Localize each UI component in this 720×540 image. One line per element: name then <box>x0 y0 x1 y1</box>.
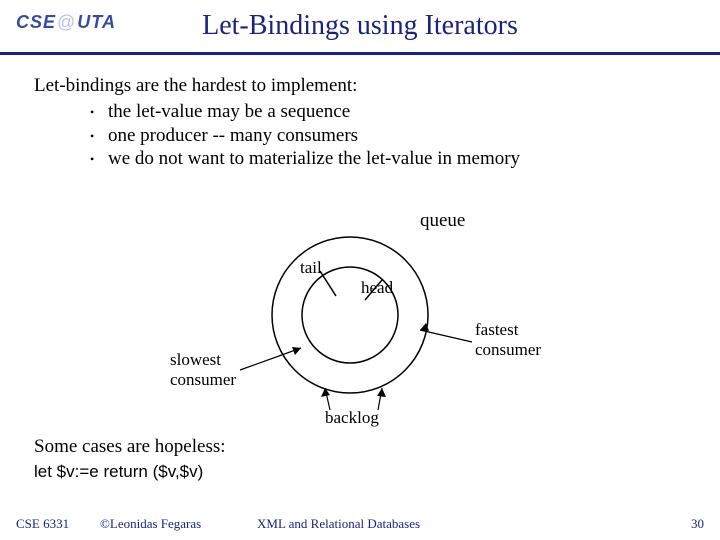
label-backlog: backlog <box>325 408 379 428</box>
label-fastest: fastest consumer <box>475 320 541 360</box>
title-rule <box>0 52 720 55</box>
bullet-item: the let-value may be a sequence <box>90 100 696 124</box>
bullet-item: one producer -- many consumers <box>90 124 696 148</box>
let-expression: let $v:=e return ($v,$v) <box>34 462 203 482</box>
slide-title: Let-Bindings using Iterators <box>0 10 720 42</box>
body-text: Let-bindings are the hardest to implemen… <box>34 74 696 171</box>
label-queue: queue <box>420 210 465 232</box>
lead-line: Let-bindings are the hardest to implemen… <box>34 74 696 98</box>
bullet-item: we do not want to materialize the let-va… <box>90 147 696 171</box>
label-tail: tail <box>300 258 322 278</box>
hopeless-line: Some cases are hopeless: <box>34 436 226 458</box>
footer-course: CSE 6331 <box>16 516 69 532</box>
footer-topic: XML and Relational Databases <box>257 516 420 532</box>
label-slowest: slowest consumer <box>170 350 236 390</box>
footer-page: 30 <box>691 516 704 532</box>
label-head: head <box>361 278 393 298</box>
footer-copyright: ©Leonidas Fegaras <box>100 516 201 532</box>
queue-diagram: queue tail head slowest consumer fastest… <box>120 200 600 420</box>
